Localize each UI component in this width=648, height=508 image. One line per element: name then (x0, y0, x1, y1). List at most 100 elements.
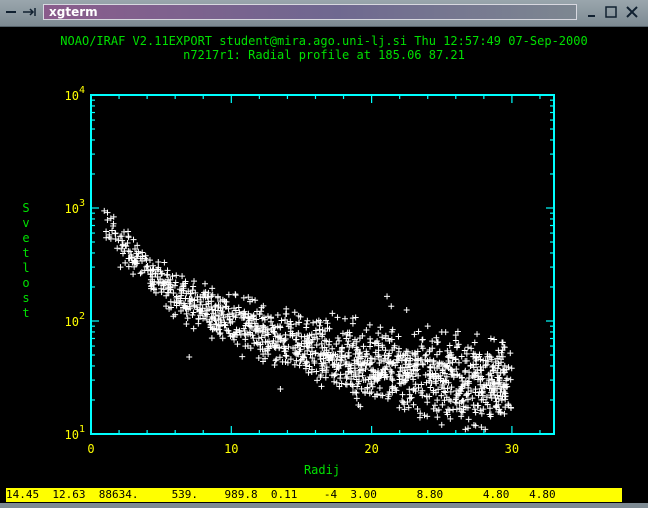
y-tick-label: 101 (65, 424, 85, 442)
y-tick-label: 104 (65, 85, 85, 103)
data-point (173, 272, 180, 279)
data-point (399, 391, 406, 398)
data-point (183, 321, 190, 328)
x-tick-label: 10 (224, 442, 238, 456)
data-point (474, 331, 481, 338)
data-point (291, 309, 298, 316)
data-point (137, 270, 144, 277)
data-point (282, 352, 289, 359)
data-point (272, 357, 279, 364)
data-point (239, 353, 246, 360)
data-point (304, 317, 311, 324)
data-point (240, 294, 247, 301)
data-point (487, 335, 494, 342)
data-point (161, 259, 168, 266)
data-point (316, 322, 323, 329)
window-border (0, 503, 648, 508)
data-point (447, 388, 454, 395)
data-point (388, 303, 395, 310)
data-point (508, 365, 515, 372)
data-point (461, 369, 468, 376)
data-point (468, 345, 475, 352)
data-point (433, 351, 440, 358)
data-point (216, 331, 223, 338)
data-point (329, 310, 336, 317)
data-point (430, 357, 437, 364)
data-point (265, 331, 272, 338)
data-point (277, 386, 284, 393)
data-point (293, 357, 300, 364)
data-point (322, 374, 329, 381)
data-point (334, 314, 341, 321)
data-point (167, 298, 174, 305)
data-point (293, 336, 300, 343)
data-point (424, 413, 431, 420)
data-point (465, 425, 472, 432)
data-point (225, 291, 232, 298)
data-point (313, 341, 320, 348)
data-point (452, 399, 459, 406)
data-point (491, 336, 498, 343)
data-point (110, 213, 117, 220)
data-point (252, 297, 259, 304)
data-point (271, 361, 278, 368)
data-point (471, 406, 478, 413)
y-tick-label: 102 (65, 311, 85, 329)
data-point (505, 401, 512, 408)
data-point (410, 401, 417, 408)
data-point (209, 306, 216, 313)
data-point (434, 397, 441, 404)
data-point (337, 375, 344, 382)
data-point (423, 351, 430, 358)
data-point (507, 350, 514, 357)
data-point (339, 330, 346, 337)
data-point (112, 230, 119, 237)
data-point (109, 227, 116, 234)
data-point (403, 307, 410, 314)
data-point (333, 379, 340, 386)
data-point (376, 385, 383, 392)
data-point (411, 331, 418, 338)
data-point (122, 259, 129, 266)
data-point (314, 377, 321, 384)
data-point (470, 402, 477, 409)
data-point (208, 335, 215, 342)
data-point (395, 371, 402, 378)
data-point (396, 404, 403, 411)
data-point (375, 330, 382, 337)
data-point (186, 354, 193, 361)
data-point (277, 324, 284, 331)
radial-profile-plot: 0 10 20 30 101 102 103 104 Radij Svetlost (22, 85, 555, 477)
data-point (395, 333, 402, 340)
data-point (291, 361, 298, 368)
data-point (436, 348, 443, 355)
data-point (467, 362, 474, 369)
data-point (331, 378, 338, 385)
data-point (367, 339, 374, 346)
data-point (414, 405, 421, 412)
data-point (195, 316, 202, 323)
data-point (190, 283, 197, 290)
data-point (117, 264, 124, 271)
data-point (384, 293, 391, 300)
data-point (179, 273, 186, 280)
data-point (469, 395, 476, 402)
scatter-points (101, 207, 515, 433)
data-point (471, 339, 478, 346)
data-point (333, 341, 340, 348)
data-point (139, 249, 146, 256)
data-point (363, 327, 370, 334)
data-point (303, 359, 310, 366)
data-point (395, 345, 402, 352)
data-point (325, 341, 332, 348)
data-point (331, 372, 338, 379)
data-point (285, 343, 292, 350)
data-point (202, 280, 209, 287)
data-point (219, 335, 226, 342)
data-point (343, 375, 350, 382)
data-point (303, 320, 310, 327)
data-point (342, 315, 348, 322)
data-point (267, 314, 274, 321)
data-point (427, 384, 434, 391)
data-point (190, 325, 197, 332)
